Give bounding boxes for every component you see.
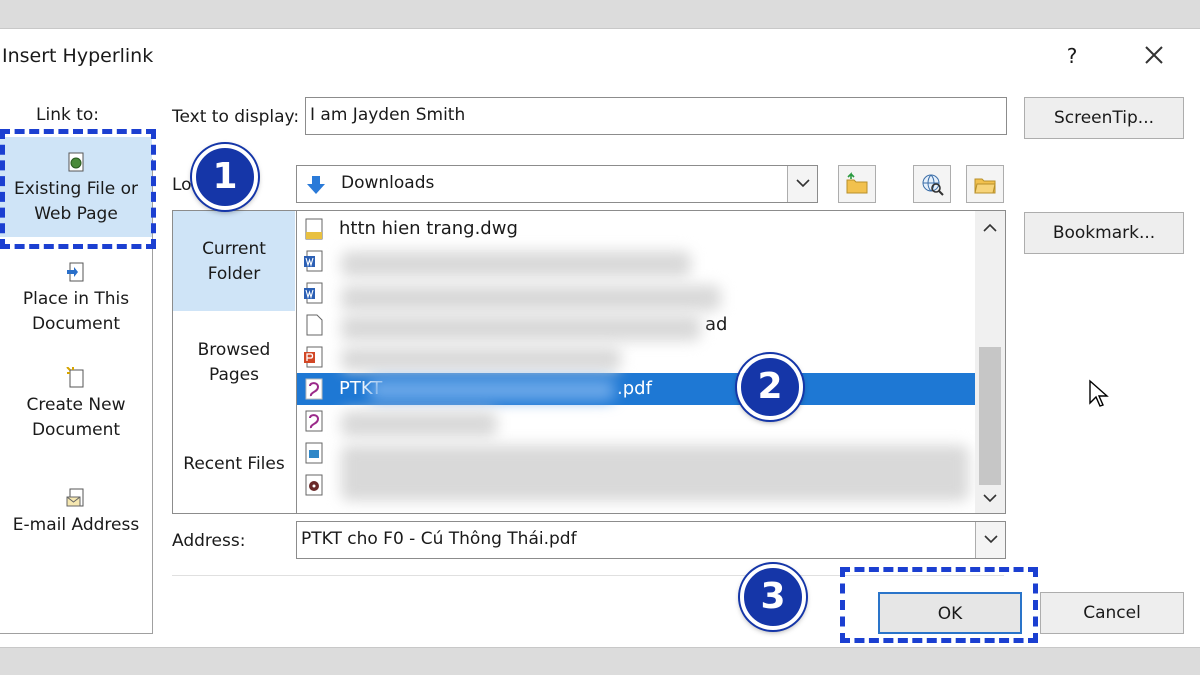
link-email-line1: E-mail Address (12, 515, 140, 535)
document-place-icon (65, 261, 87, 283)
link-email-address[interactable]: E-mail Address (0, 487, 152, 538)
redacted-region (369, 379, 615, 401)
redacted-region (341, 251, 691, 277)
redacted-region (341, 315, 701, 341)
recent-files-line1: Recent Files (183, 454, 285, 474)
close-icon[interactable] (1138, 41, 1170, 71)
file-list-scrollbar[interactable] (975, 211, 1005, 513)
pdf-file-icon (303, 378, 325, 400)
step-marker-3: 3 (740, 564, 806, 630)
redacted-region (341, 347, 621, 371)
new-document-icon (65, 366, 87, 389)
link-create-line1: Create New (26, 395, 126, 415)
browsed-pages-line2: Pages (208, 365, 259, 385)
folder-up-icon[interactable] (838, 165, 876, 203)
file-name-suffix: .pdf (617, 378, 652, 399)
audio-file-icon (303, 474, 325, 496)
link-place-line1: Place in This (22, 289, 130, 309)
dwg-file-icon (303, 218, 325, 240)
powerpoint-file-icon (303, 346, 325, 368)
step-marker-2: 2 (737, 354, 803, 420)
text-to-display-input[interactable]: I am Jayden Smith (305, 97, 1007, 135)
selection-highlight-ok (840, 567, 1038, 643)
help-button[interactable]: ? (1058, 41, 1086, 71)
file-row-dwg[interactable]: httn hien trang.dwg (297, 213, 975, 245)
insert-hyperlink-dialog: Insert Hyperlink ? Link to: Existing Fil… (0, 28, 1200, 648)
current-folder-line2: Folder (207, 264, 261, 284)
browsed-pages-line1: Browsed (197, 340, 271, 360)
redacted-region (341, 445, 969, 501)
chevron-up-icon[interactable] (982, 221, 998, 235)
image-file-icon (303, 442, 325, 464)
text-to-display-label: Text to display: (172, 107, 300, 127)
look-in-dropdown[interactable]: Downloads (296, 165, 818, 203)
link-to-label: Link to: (36, 105, 100, 125)
step-marker-1: 1 (192, 144, 258, 210)
link-create-line2: Document (31, 420, 121, 440)
screentip-button[interactable]: ScreenTip... (1024, 97, 1184, 139)
browse-sidebar: Current Folder Browsed Pages Recent File… (172, 210, 296, 514)
address-input[interactable]: PTKT cho F0 - Cú Thông Thái.pdf (296, 521, 1006, 559)
current-folder-item[interactable]: Current Folder (173, 211, 295, 311)
mouse-cursor-icon (1089, 379, 1109, 407)
chevron-down-icon[interactable] (787, 166, 817, 202)
browse-web-icon[interactable] (913, 165, 951, 203)
address-label: Address: (172, 531, 246, 551)
file-name: httn hien trang.dwg (339, 218, 518, 239)
address-value: PTKT cho F0 - Cú Thông Thái.pdf (301, 529, 577, 549)
link-place-line2: Document (31, 314, 121, 334)
cancel-button[interactable]: Cancel (1040, 592, 1184, 634)
redacted-region (341, 285, 721, 311)
browsed-pages-item[interactable]: Browsed Pages (173, 338, 295, 388)
selection-highlight-link-type (0, 129, 156, 249)
current-folder-line1: Current (202, 239, 266, 259)
redacted-region (341, 411, 497, 437)
download-arrow-icon (305, 174, 327, 196)
recent-files-item[interactable]: Recent Files (173, 452, 295, 477)
look-in-value: Downloads (341, 173, 435, 193)
scrollbar-thumb[interactable] (979, 347, 1001, 485)
chevron-down-icon[interactable] (982, 491, 998, 505)
email-icon (65, 487, 87, 509)
file-name: ad (705, 314, 728, 335)
pdf-file-icon (303, 410, 325, 432)
word-file-icon (303, 250, 325, 272)
blank-file-icon (303, 314, 325, 336)
browse-file-icon[interactable] (966, 165, 1004, 203)
link-place-in-document[interactable]: Place in This Document (0, 261, 152, 337)
look-in-label: Lo (172, 175, 192, 195)
link-create-new-document[interactable]: Create New Document (0, 366, 152, 443)
word-file-icon (303, 282, 325, 304)
dialog-title: Insert Hyperlink (2, 45, 154, 67)
bookmark-button[interactable]: Bookmark... (1024, 212, 1184, 254)
chevron-down-icon[interactable] (975, 522, 1005, 558)
file-list: httn hien trang.dwg ad PTKT .pdf (296, 210, 1006, 514)
